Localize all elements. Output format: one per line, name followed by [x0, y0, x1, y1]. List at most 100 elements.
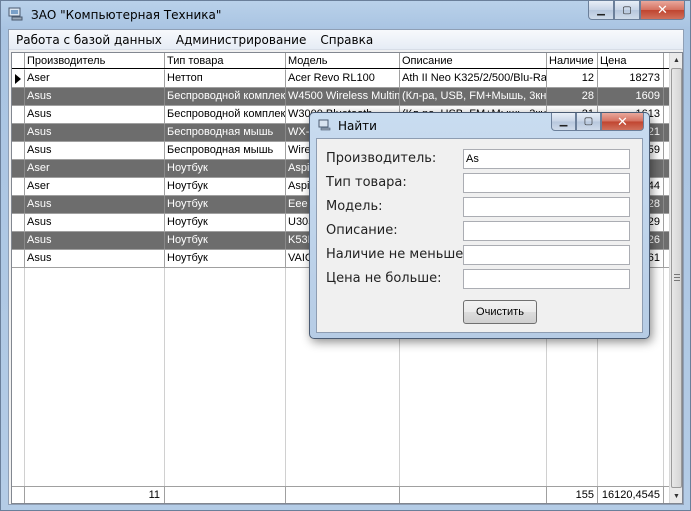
- cell-stock[interactable]: 12: [547, 70, 598, 87]
- minimize-icon: ▁: [597, 4, 605, 16]
- row-indicator: [12, 88, 25, 105]
- label-min-stock: Наличие не меньше:: [326, 247, 468, 262]
- footer-price-average: 16120,4545: [598, 487, 664, 503]
- cell-manufacturer[interactable]: Aser: [25, 70, 165, 87]
- scroll-up-icon[interactable]: ▲: [670, 53, 683, 67]
- close-button[interactable]: ✕: [640, 1, 685, 20]
- cell-manufacturer[interactable]: Asus: [25, 214, 165, 231]
- footer-indicator: [12, 487, 25, 503]
- cell-price[interactable]: 1609: [598, 88, 664, 105]
- maximize-icon: ▢: [622, 4, 632, 16]
- cell-type[interactable]: Беспроводной комплект: [165, 88, 286, 105]
- description-input[interactable]: [463, 221, 630, 241]
- maximize-icon: ▢: [583, 116, 594, 127]
- menu-admin[interactable]: Администрирование: [169, 33, 313, 47]
- window-title: ЗАО "Компьютерная Техника": [31, 8, 222, 22]
- cell-manufacturer[interactable]: Asus: [25, 232, 165, 249]
- table-row[interactable]: Aser Неттоп Acer Revo RL100 Ath II Neo K…: [12, 70, 670, 88]
- title-bar[interactable]: ЗАО "Компьютерная Техника" ▁ ▢ ✕: [1, 1, 690, 29]
- cell-manufacturer[interactable]: Asus: [25, 142, 165, 159]
- label-type: Тип товара:: [326, 175, 407, 190]
- cell-description[interactable]: (Кл-ра, USB, FM+Мышь, 3кн): [400, 88, 547, 105]
- cell-type[interactable]: Ноутбук: [165, 250, 286, 267]
- footer-stock-total: 155: [547, 487, 598, 503]
- scroll-grip-icon: [674, 274, 680, 282]
- scroll-down-icon[interactable]: ▼: [670, 489, 683, 503]
- header-manufacturer[interactable]: Производитель: [25, 53, 165, 68]
- cell-type[interactable]: Ноутбук: [165, 232, 286, 249]
- cell-type[interactable]: Беспроводная мышь: [165, 142, 286, 159]
- cell-type[interactable]: Ноутбук: [165, 196, 286, 213]
- row-indicator: [12, 160, 25, 177]
- header-model[interactable]: Модель: [286, 53, 400, 68]
- app-icon: [8, 7, 23, 21]
- footer-empty: [400, 487, 547, 503]
- menu-bar: Работа с базой данных Администрирование …: [9, 30, 683, 50]
- dialog-client: Производитель: As Тип товара: Модель: Оп…: [316, 138, 643, 333]
- cell-type[interactable]: Неттоп: [165, 70, 286, 87]
- menu-database[interactable]: Работа с базой данных: [9, 33, 169, 47]
- type-input[interactable]: [463, 173, 630, 193]
- cell-type[interactable]: Ноутбук: [165, 214, 286, 231]
- table-row[interactable]: Asus Беспроводной комплект W4500 Wireles…: [12, 88, 670, 106]
- cell-stock[interactable]: 28: [547, 88, 598, 105]
- dialog-title: Найти: [338, 119, 377, 133]
- manufacturer-input[interactable]: As: [463, 149, 630, 169]
- minimize-icon: ▁: [559, 116, 568, 127]
- minimize-button[interactable]: ▁: [588, 1, 614, 20]
- cell-model[interactable]: Acer Revo RL100: [286, 70, 400, 87]
- row-indicator: [12, 250, 25, 267]
- header-price[interactable]: Цена: [598, 53, 664, 68]
- scroll-thumb[interactable]: [671, 68, 682, 488]
- row-indicator-header: [12, 53, 25, 68]
- cell-model[interactable]: W4500 Wireless Multimedia: [286, 88, 400, 105]
- label-manufacturer: Производитель:: [326, 151, 437, 166]
- row-indicator: [12, 106, 25, 123]
- row-indicator: [12, 124, 25, 141]
- header-stock[interactable]: Наличие: [547, 53, 598, 68]
- max-price-input[interactable]: [463, 269, 630, 289]
- footer-empty: [286, 487, 400, 503]
- current-row-indicator: [12, 70, 25, 87]
- dialog-caption-buttons: ▁ ▢ ✕: [551, 113, 644, 131]
- footer-count: 11: [25, 487, 165, 503]
- row-indicator: [12, 142, 25, 159]
- menu-help[interactable]: Справка: [313, 33, 380, 47]
- row-indicator: [12, 232, 25, 249]
- row-indicator: [12, 178, 25, 195]
- cell-manufacturer[interactable]: Asus: [25, 250, 165, 267]
- label-description: Описание:: [326, 223, 398, 238]
- dialog-minimize-button[interactable]: ▁: [551, 113, 576, 131]
- row-indicator: [12, 214, 25, 231]
- maximize-button[interactable]: ▢: [614, 1, 640, 20]
- cell-type[interactable]: Беспроводной комплект: [165, 106, 286, 123]
- cell-type[interactable]: Ноутбук: [165, 160, 286, 177]
- find-dialog: Найти ▁ ▢ ✕ Производитель: As Тип товара…: [309, 112, 650, 339]
- footer-empty: [165, 487, 286, 503]
- caption-buttons: ▁ ▢ ✕: [588, 1, 685, 20]
- cell-price[interactable]: 18273: [598, 70, 664, 87]
- cell-description[interactable]: Ath II Neo K325/2/500/Blu-Ray: [400, 70, 547, 87]
- header-description[interactable]: Описание: [400, 53, 547, 68]
- dialog-close-button[interactable]: ✕: [601, 113, 644, 131]
- dialog-icon: [318, 119, 331, 131]
- header-type[interactable]: Тип товара: [165, 53, 286, 68]
- close-icon: ✕: [617, 113, 628, 129]
- cell-manufacturer[interactable]: Asus: [25, 88, 165, 105]
- clear-button[interactable]: Очистить: [463, 300, 537, 324]
- vertical-scrollbar[interactable]: ▲ ▼: [669, 53, 682, 503]
- label-model: Модель:: [326, 199, 383, 214]
- cell-manufacturer[interactable]: Asus: [25, 124, 165, 141]
- grid-footer: 11 155 16120,4545: [12, 486, 670, 503]
- cell-type[interactable]: Беспроводная мышь: [165, 124, 286, 141]
- min-stock-input[interactable]: [463, 245, 630, 265]
- row-indicator: [12, 196, 25, 213]
- dialog-maximize-button[interactable]: ▢: [576, 113, 601, 131]
- cell-manufacturer[interactable]: Asus: [25, 106, 165, 123]
- model-input[interactable]: [463, 197, 630, 217]
- cell-type[interactable]: Ноутбук: [165, 178, 286, 195]
- cell-manufacturer[interactable]: Aser: [25, 160, 165, 177]
- row-pointer-icon: [15, 74, 21, 84]
- cell-manufacturer[interactable]: Asus: [25, 196, 165, 213]
- cell-manufacturer[interactable]: Aser: [25, 178, 165, 195]
